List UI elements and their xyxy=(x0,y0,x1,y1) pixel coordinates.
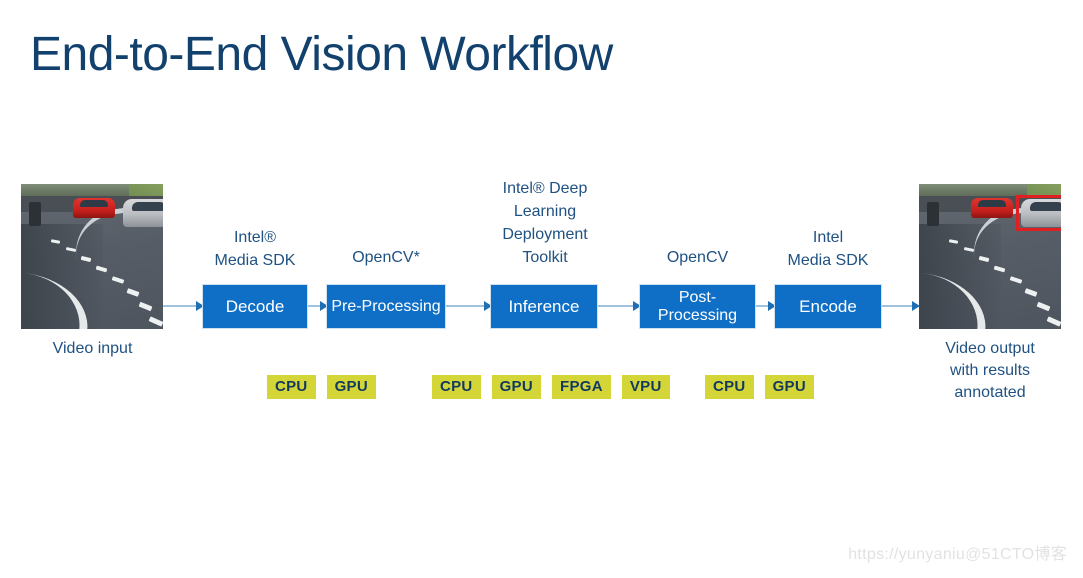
arrow-preprocessing-to-inference xyxy=(445,301,492,311)
tech-label-inference-line1: Intel® Deep xyxy=(502,180,588,197)
video-output-caption-line2: with results xyxy=(949,362,1031,379)
accelerator-badge-gpu: GPU xyxy=(764,375,814,399)
accelerator-badge-cpu: CPU xyxy=(267,375,316,399)
tech-label-decode: Intel® Media SDK xyxy=(195,226,315,272)
accelerator-badge-cpu: CPU xyxy=(705,375,754,399)
scene-red-car xyxy=(971,198,1013,218)
tech-label-decode-line2: Media SDK xyxy=(214,252,296,269)
video-input-thumbnail xyxy=(21,184,163,329)
road-scene-image-annotated xyxy=(919,184,1061,329)
tech-label-inference: Intel® Deep Learning Deployment Toolkit xyxy=(479,177,611,269)
detection-bounding-box xyxy=(1016,195,1061,231)
video-output-caption-line3: annotated xyxy=(954,384,1026,401)
accelerator-badge-gpu: GPU xyxy=(326,375,376,399)
stage-box-inference[interactable]: Inference xyxy=(491,285,597,328)
tech-label-inference-line3: Deployment xyxy=(502,226,588,243)
stage-box-post-processing-line2: Processing xyxy=(657,306,738,324)
stage-box-decode[interactable]: Decode xyxy=(203,285,307,328)
page-title: End-to-End Vision Workflow xyxy=(30,28,613,81)
arrow-decode-to-preprocessing xyxy=(307,301,328,311)
arrow-encode-to-output xyxy=(881,301,920,311)
tech-label-inference-line2: Learning xyxy=(513,203,577,220)
arrow-postprocessing-to-encode xyxy=(755,301,776,311)
scene-distant-vehicle xyxy=(29,202,41,226)
scene-distant-vehicle xyxy=(927,202,939,226)
video-output-caption: Video output with results annotated xyxy=(905,338,1075,404)
accelerator-badge-cpu: CPU xyxy=(432,375,481,399)
video-output-caption-line1: Video output xyxy=(945,340,1035,357)
accelerator-group-decode: CPU GPU xyxy=(267,375,376,399)
stage-box-post-processing[interactable]: Post- Processing xyxy=(640,285,755,328)
accelerator-group-encode: CPU GPU xyxy=(705,375,814,399)
video-input-caption: Video input xyxy=(52,340,133,357)
tech-label-preprocessing: OpenCV* xyxy=(352,249,420,266)
tech-label-encode: Intel Media SDK xyxy=(768,226,888,272)
accelerator-badge-fpga: FPGA xyxy=(551,375,611,399)
accelerator-badge-gpu: GPU xyxy=(491,375,541,399)
tech-label-encode-line1: Intel xyxy=(812,229,844,246)
site-watermark: https://yunyaniu@51CTO博客 xyxy=(848,546,1067,563)
scene-red-car xyxy=(73,198,115,218)
arrow-input-to-decode xyxy=(163,301,204,311)
tech-label-decode-line1: Intel® xyxy=(233,229,277,246)
accelerator-group-inference: CPU GPU FPGA VPU xyxy=(432,375,670,399)
stage-box-pre-processing[interactable]: Pre-Processing xyxy=(327,285,445,328)
accelerator-badge-vpu: VPU xyxy=(621,375,670,399)
stage-box-post-processing-line1: Post- xyxy=(678,288,717,306)
tech-label-encode-line2: Media SDK xyxy=(787,252,869,269)
tech-label-postprocessing: OpenCV xyxy=(666,249,729,266)
road-scene-image xyxy=(21,184,163,329)
arrow-inference-to-postprocessing xyxy=(597,301,641,311)
video-output-thumbnail xyxy=(919,184,1061,329)
scene-silver-car xyxy=(123,199,163,227)
tech-label-inference-line4: Toolkit xyxy=(522,249,568,266)
stage-box-encode[interactable]: Encode xyxy=(775,285,881,328)
